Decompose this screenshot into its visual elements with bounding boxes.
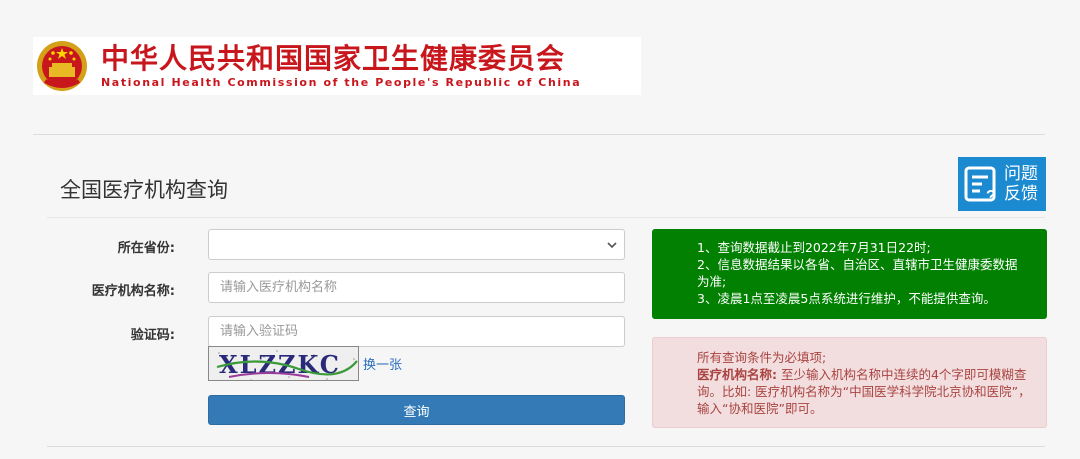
svg-text:?: ? <box>986 188 996 204</box>
feedback-label: 问题 反馈 <box>1004 164 1038 204</box>
warning-notice: 所有查询条件为必填项; 医疗机构名称: 至少输入机构名称中连续的4个字即可模糊查… <box>652 337 1047 428</box>
divider <box>33 134 1045 135</box>
feedback-button[interactable]: ? 问题 反馈 <box>958 157 1046 211</box>
banner-title-cn: 中华人民共和国国家卫生健康委员会 <box>101 42 566 75</box>
feedback-document-icon: ? <box>964 166 996 204</box>
institution-name-input[interactable] <box>208 272 625 303</box>
warning-body: 医疗机构名称: 至少输入机构名称中连续的4个字即可模糊查询。比如: 医疗机构名称… <box>697 366 1032 417</box>
header-banner: 中华人民共和国国家卫生健康委员会 National Health Commiss… <box>33 37 641 95</box>
page-title: 全国医疗机构查询 <box>60 178 228 202</box>
national-emblem-icon <box>35 39 89 93</box>
divider <box>47 446 1045 447</box>
chevron-down-icon <box>607 242 617 249</box>
warning-bold-label: 医疗机构名称: <box>697 367 777 382</box>
refresh-captcha-link[interactable]: 换一张 <box>363 354 402 373</box>
info-line-1: 1、查询数据截止到2022年7月31日22时; <box>697 240 931 255</box>
feedback-line2: 反馈 <box>1004 184 1038 204</box>
province-select[interactable] <box>208 229 625 260</box>
institution-name-label: 医疗机构名称: <box>91 284 175 299</box>
warning-title: 所有查询条件为必填项; <box>697 350 827 365</box>
search-button[interactable]: 查询 <box>208 395 625 425</box>
info-line-2: 2、信息数据结果以各省、自治区、直辖市卫生健康委数据为准; <box>697 257 1018 289</box>
info-line-3: 3、凌晨1点至凌晨5点系统进行维护，不能提供查询。 <box>697 291 996 306</box>
banner-title-en: National Health Commission of the People… <box>101 76 582 89</box>
province-label: 所在省份: <box>117 241 175 256</box>
captcha-image[interactable]: XLZZKC <box>208 346 359 381</box>
banner-text: 中华人民共和国国家卫生健康委员会 National Health Commiss… <box>101 42 581 90</box>
feedback-line1: 问题 <box>1004 164 1038 184</box>
captcha-input[interactable] <box>208 316 625 347</box>
info-notice: 1、查询数据截止到2022年7月31日22时; 2、信息数据结果以各省、自治区、… <box>652 229 1047 319</box>
divider <box>47 217 1045 218</box>
captcha-label: 验证码: <box>130 328 175 343</box>
